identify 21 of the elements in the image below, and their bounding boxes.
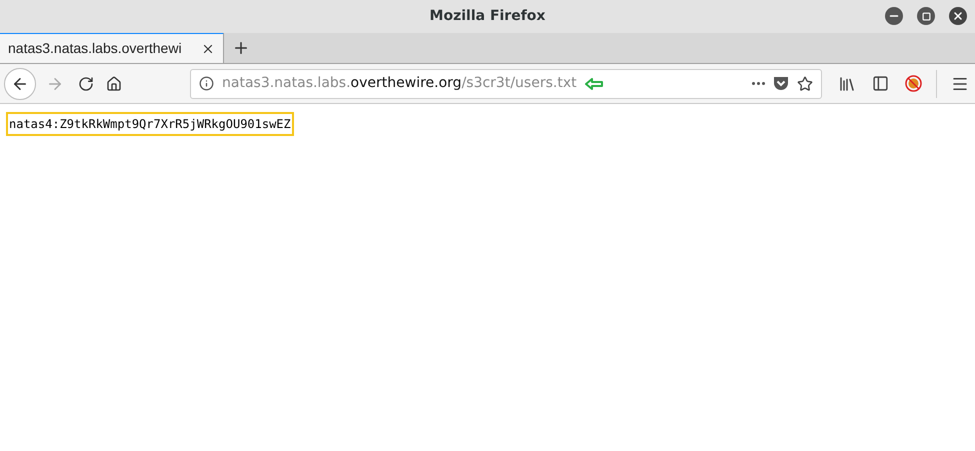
url-text: natas3.natas.labs.overthewire.org/s3cr3t/users.txt	[222, 74, 577, 93]
bookmark-star-icon[interactable]	[797, 76, 813, 92]
home-icon[interactable]	[106, 76, 122, 92]
window-title: Mozilla Firefox	[430, 7, 546, 26]
page-text: natas4:Z9tkRkWmpt9Qr7XrR5jWRkgOU901swEZ	[6, 112, 294, 136]
back-button[interactable]	[4, 68, 36, 100]
close-button[interactable]	[949, 7, 967, 25]
pocket-icon[interactable]	[773, 76, 789, 91]
close-icon	[952, 10, 964, 22]
library-icon[interactable]	[838, 74, 856, 92]
maximize-button[interactable]	[917, 7, 935, 25]
blocked-extension-icon[interactable]	[905, 75, 922, 92]
arrow-left-icon	[584, 78, 603, 90]
maximize-icon	[922, 12, 930, 20]
more-icon[interactable]	[752, 82, 765, 85]
sidebar-icon[interactable]	[872, 75, 889, 92]
minimize-button[interactable]	[885, 7, 903, 25]
info-icon[interactable]	[199, 76, 214, 91]
reload-icon[interactable]	[78, 76, 94, 92]
address-bar[interactable]: natas3.natas.labs.overthewire.org/s3cr3t/users.txt	[190, 68, 822, 98]
browser-tab[interactable]: natas3.natas.labs.overthewi	[0, 32, 224, 63]
